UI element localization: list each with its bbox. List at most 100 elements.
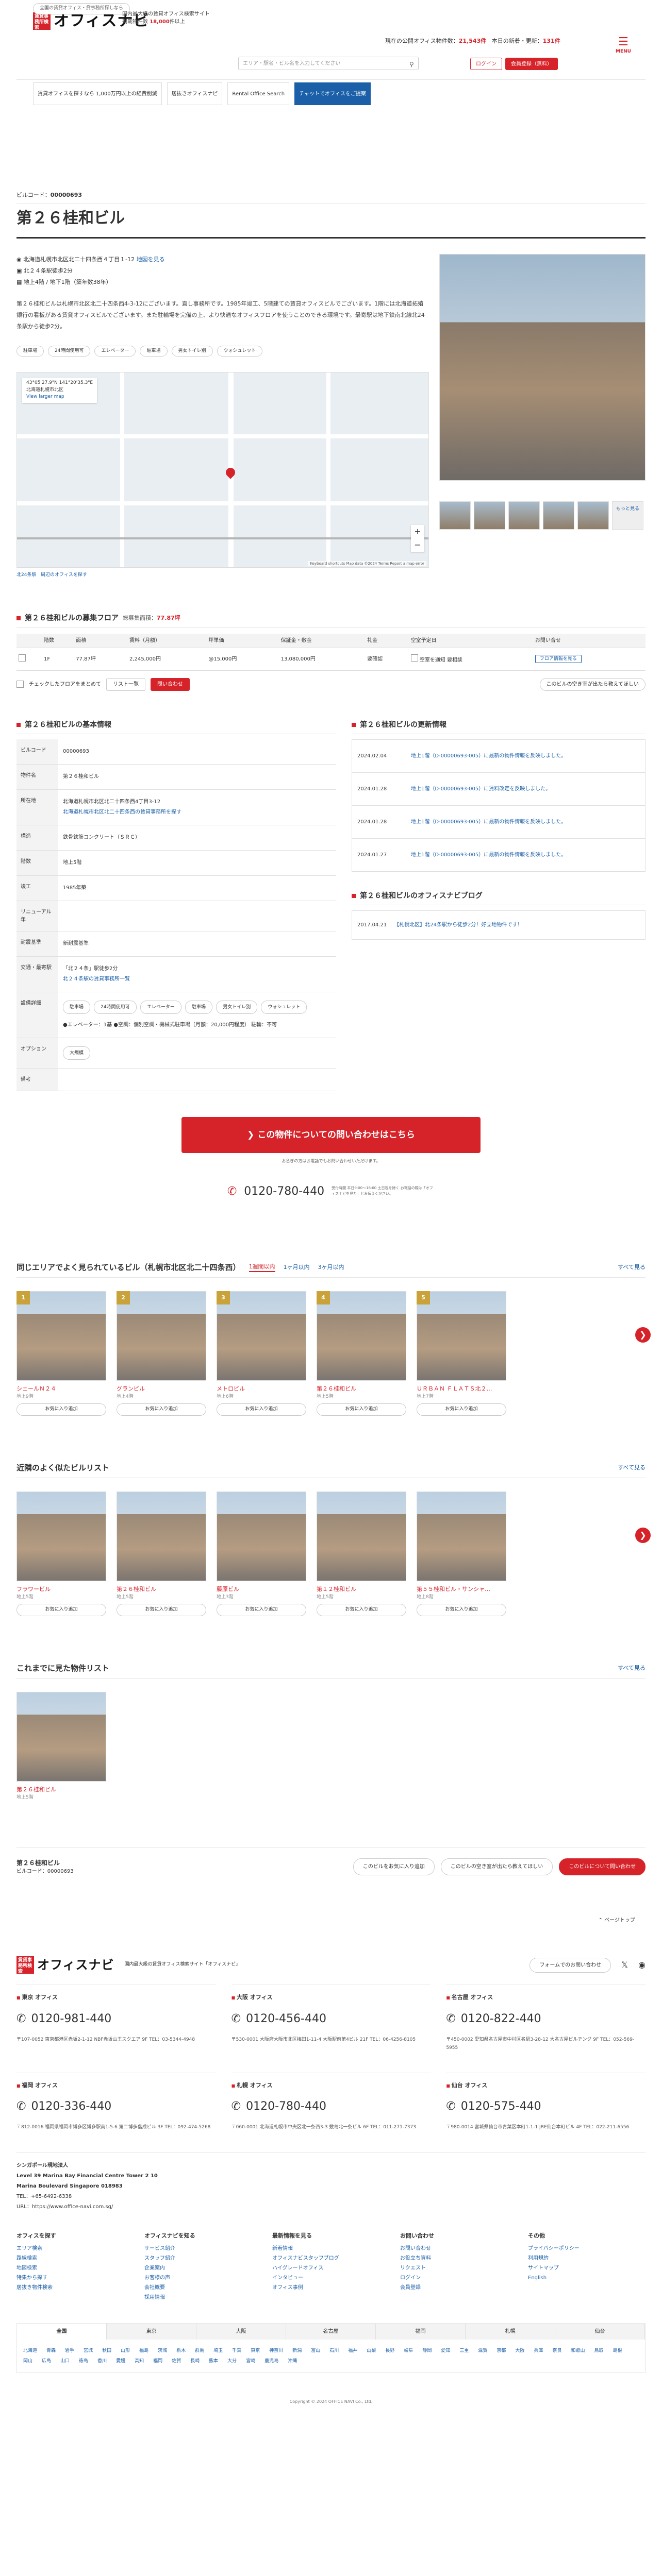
page-top-link[interactable]: ⌃ ページトップ [16, 1917, 646, 1924]
city-link[interactable]: 岩手 [65, 2346, 74, 2356]
floor-info-button[interactable]: フロア情報を見る [535, 655, 582, 664]
phone-number[interactable]: 0120-780-440 [244, 1183, 324, 1200]
city-link[interactable]: 青森 [46, 2346, 56, 2356]
city-link[interactable]: 新潟 [292, 2346, 302, 2356]
login-button[interactable]: ログイン [470, 58, 502, 70]
floor-checkbox[interactable] [19, 654, 26, 662]
photo-thumbnail[interactable] [577, 501, 609, 530]
favorite-button[interactable]: お気に入り追加 [16, 1604, 106, 1616]
map-zoom-control[interactable]: + − [411, 525, 424, 552]
favorite-button[interactable]: お気に入り追加 [317, 1604, 406, 1616]
photo-thumbnail[interactable] [508, 501, 540, 530]
vacancy-notify-button[interactable]: このビルの空き室が出たら教えてほしい [539, 677, 646, 691]
inquiry-cta-button[interactable]: ❯ この物件についての問い合わせはこちら [181, 1116, 481, 1153]
banner-rental-office[interactable]: Rental Office Search [227, 82, 290, 105]
city-link[interactable]: 福岡 [153, 2356, 162, 2366]
building-card[interactable]: 第２６桂和ビル 地上5階 [16, 1692, 106, 1801]
recent-see-all-link[interactable]: すべて見る [618, 1664, 646, 1673]
search-icon[interactable]: ⚲ [409, 60, 414, 69]
tab-area[interactable]: 札幌 [466, 2324, 555, 2340]
city-link[interactable]: 京都 [496, 2346, 506, 2356]
city-link[interactable]: 千葉 [232, 2346, 241, 2356]
city-link[interactable]: 沖縄 [288, 2356, 297, 2366]
station-link[interactable]: 北24条駅 [16, 572, 36, 578]
tab-area[interactable]: 東京 [107, 2324, 196, 2340]
city-link[interactable]: 大分 [227, 2356, 237, 2366]
search-input[interactable]: エリア・駅名・ビル名を入力してください [238, 57, 419, 70]
sticky-notify-button[interactable]: このビルの空き室が出たら教えてほしい [440, 1858, 553, 1875]
city-link[interactable]: 岐阜 [404, 2346, 413, 2356]
tab-area[interactable]: 大阪 [196, 2324, 286, 2340]
city-link[interactable]: 山梨 [367, 2346, 376, 2356]
city-link[interactable]: 兵庫 [534, 2346, 543, 2356]
building-card[interactable]: フラワービル 地上5階 お気に入り追加 [16, 1492, 106, 1616]
building-card[interactable]: 第１２桂和ビル 地上5階 お気に入り追加 [317, 1492, 406, 1616]
carousel-next-icon[interactable]: ❯ [635, 1528, 651, 1543]
city-link[interactable]: 熊本 [209, 2356, 218, 2366]
favorite-button[interactable]: お気に入り追加 [217, 1604, 306, 1616]
building-card[interactable]: 4 第２６桂和ビル 地上5階 お気に入り追加 [317, 1291, 406, 1416]
facebook-icon[interactable]: ◉ [638, 1959, 646, 1971]
popular-see-all-link[interactable]: すべて見る [618, 1263, 646, 1272]
city-link[interactable]: 奈良 [552, 2346, 561, 2356]
view-larger-map-link[interactable]: View larger map [26, 394, 64, 399]
notify-checkbox[interactable] [410, 654, 418, 662]
tab-1week[interactable]: 1週間以内 [249, 1263, 275, 1272]
banner-chat[interactable]: チャットでオフィスをご提案 [294, 82, 371, 105]
city-link[interactable]: 和歌山 [571, 2346, 585, 2356]
favorite-button[interactable]: お気に入り追加 [417, 1604, 506, 1616]
city-link[interactable]: 広島 [42, 2356, 51, 2366]
city-link[interactable]: 長野 [385, 2346, 394, 2356]
map-link[interactable]: 地図を見る [137, 256, 165, 263]
favorite-button[interactable]: お気に入り追加 [317, 1403, 406, 1416]
tab-area[interactable]: 福岡 [376, 2324, 466, 2340]
sticky-inquiry-button[interactable]: このビルについて問い合わせ [559, 1858, 646, 1875]
building-card[interactable]: 5 ＵＲＢＡＮ ＦＬＡＴＳ北２… 地上7階 お気に入り追加 [417, 1291, 506, 1416]
footer-logo[interactable]: 賃貸事務所検索 オフィスナビ [16, 1956, 114, 1974]
building-card[interactable]: 3 メトロビル 地上6階 お気に入り追加 [217, 1291, 306, 1416]
city-link[interactable]: 徳島 [79, 2356, 88, 2366]
register-button[interactable]: 会員登録（無料） [505, 58, 558, 70]
city-link[interactable]: 長崎 [190, 2356, 200, 2366]
menu-button[interactable]: ☰ MENU [610, 36, 636, 56]
city-link[interactable]: 三重 [459, 2346, 469, 2356]
city-link[interactable]: 山口 [60, 2356, 70, 2366]
city-link[interactable]: 秋田 [102, 2346, 111, 2356]
city-link[interactable]: 愛媛 [116, 2356, 125, 2366]
blog-link[interactable]: 【札幌北区】北24条駅から徒歩2分！好立地物件です！ [394, 921, 522, 929]
city-link[interactable]: 岡山 [23, 2356, 32, 2366]
address-search-link[interactable]: 北海道札幌市北区北二十四条西の賃貸事務所を探す [63, 809, 181, 815]
city-link[interactable]: 滋賀 [478, 2346, 487, 2356]
station-list-link[interactable]: 北２４条駅の賃貸事務所一覧 [63, 976, 130, 982]
tab-3months[interactable]: 3ヶ月以内 [318, 1263, 344, 1272]
carousel-next-icon[interactable]: ❯ [635, 1327, 651, 1343]
city-link[interactable]: 神奈川 [269, 2346, 283, 2356]
favorite-button[interactable]: お気に入り追加 [117, 1403, 206, 1416]
city-link[interactable]: 鹿児島 [264, 2356, 278, 2366]
city-link[interactable]: 福井 [348, 2346, 357, 2356]
tab-area[interactable]: 全国 [17, 2324, 107, 2340]
favorite-button[interactable]: お気に入り追加 [117, 1604, 206, 1616]
city-link[interactable]: 福島 [139, 2346, 148, 2356]
photo-thumbnail[interactable] [543, 501, 574, 530]
city-link[interactable]: 茨城 [158, 2346, 167, 2356]
city-link[interactable]: 香川 [97, 2356, 107, 2366]
city-link[interactable]: 富山 [311, 2346, 320, 2356]
x-icon[interactable]: 𝕏 [621, 1959, 628, 1971]
city-link[interactable]: 北海道 [23, 2346, 37, 2356]
tab-1month[interactable]: 1ヶ月以内 [284, 1263, 310, 1272]
city-link[interactable]: 静岡 [422, 2346, 432, 2356]
building-card[interactable]: 第５５桂和ビル・サンシャ… 地上8階 お気に入り追加 [417, 1492, 506, 1616]
list-button[interactable]: リスト一覧 [106, 677, 145, 691]
city-link[interactable]: 宮崎 [246, 2356, 255, 2366]
select-all-checkbox[interactable] [16, 681, 24, 688]
city-link[interactable]: 山形 [121, 2346, 130, 2356]
favorite-button[interactable]: お気に入り追加 [217, 1403, 306, 1416]
building-card[interactable]: 1 シェールＮ２４ 地上9階 お気に入り追加 [16, 1291, 106, 1416]
city-link[interactable]: 東京 [251, 2346, 260, 2356]
favorite-button[interactable]: お気に入り追加 [16, 1403, 106, 1416]
bulk-inquiry-button[interactable]: 問い合わせ [151, 677, 190, 691]
photo-thumbnail[interactable] [474, 501, 505, 530]
main-photo[interactable] [439, 253, 646, 481]
tab-area[interactable]: 仙台 [555, 2324, 645, 2340]
